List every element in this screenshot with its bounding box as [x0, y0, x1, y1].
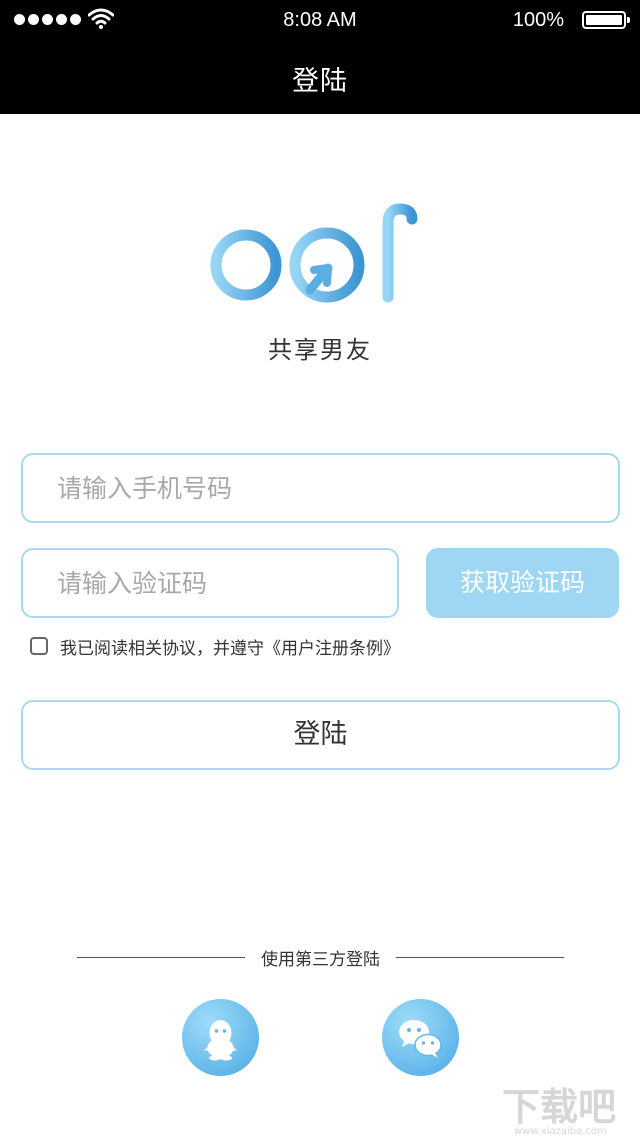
code-input[interactable]: [23, 550, 397, 616]
login-button[interactable]: 登陆: [21, 700, 620, 770]
phone-field[interactable]: [21, 453, 620, 523]
status-bar: 8:08 AM 100%: [0, 0, 640, 40]
qq-login-button[interactable]: [182, 999, 259, 1076]
qq-icon: [204, 1020, 237, 1061]
page-title: 登陆: [292, 66, 348, 97]
phone-input[interactable]: [23, 455, 618, 521]
wechat-icon: [399, 1020, 442, 1058]
battery-icon: [582, 11, 630, 29]
divider-line-right: [396, 957, 564, 958]
svg-text:下载吧: 下载吧: [502, 1085, 616, 1129]
wechat-login-button[interactable]: [382, 999, 459, 1076]
login-screen: 8:08 AM 100% 登陆 bof 共享男友 获取验证码 我已阅读相关协议，…: [0, 0, 640, 1138]
agreement-row[interactable]: 我已阅读相关协议，并遵守《用户注册条例》: [30, 634, 400, 659]
brand-tagline: 共享男友: [268, 336, 372, 364]
battery-percent: 100%: [512, 9, 564, 31]
agreement-text[interactable]: 我已阅读相关协议，并遵守《用户注册条例》: [60, 634, 400, 659]
third-party-divider: 使用第三方登陆: [77, 945, 564, 971]
bof-logo: bof: [210, 203, 426, 303]
get-code-button[interactable]: 获取验证码: [426, 548, 619, 618]
xiazaiba-watermark: 下载吧 www.xiazaiba.com: [502, 1085, 616, 1137]
code-field[interactable]: [21, 548, 399, 618]
svg-text:www.xiazaiba.com: www.xiazaiba.com: [514, 1126, 607, 1137]
nav-bar: 登陆: [0, 40, 640, 114]
agreement-checkbox[interactable]: [30, 637, 48, 655]
